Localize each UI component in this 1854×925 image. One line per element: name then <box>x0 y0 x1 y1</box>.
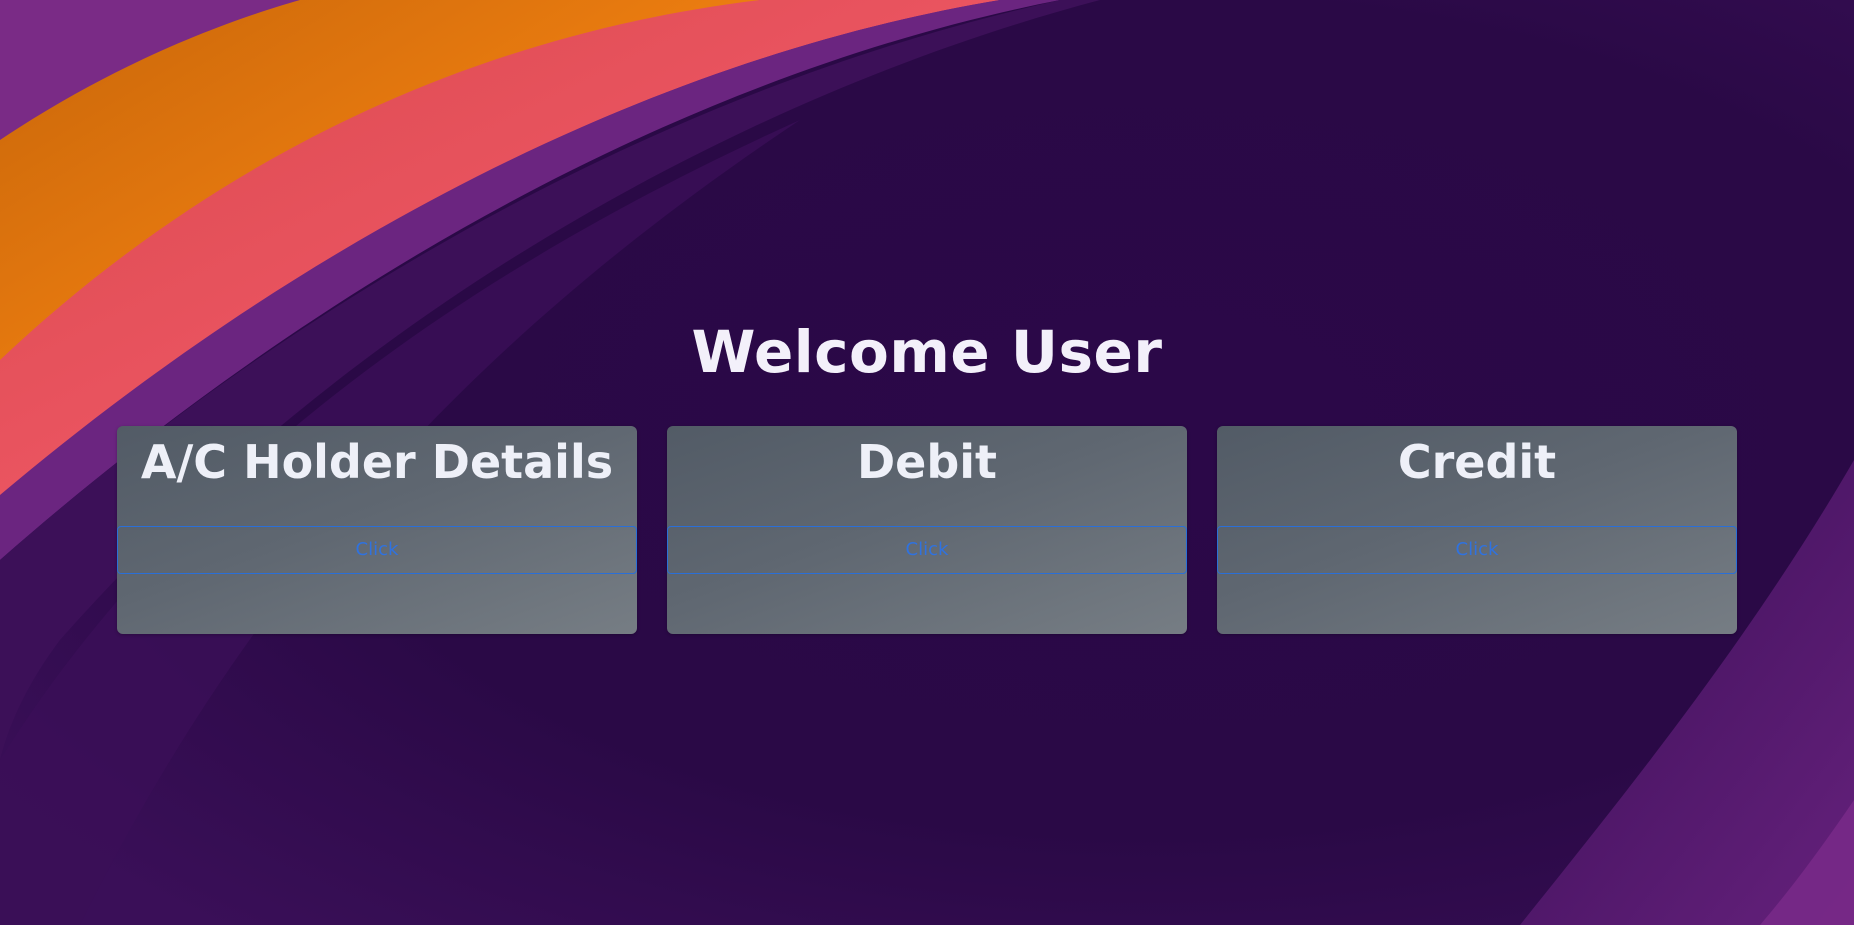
card-debit: Debit Click <box>667 426 1187 634</box>
page-title: Welcome User <box>691 318 1163 386</box>
dashboard: Welcome User A/C Holder Details Click De… <box>0 0 1854 925</box>
card-credit: Credit Click <box>1217 426 1737 634</box>
card-title: Debit <box>856 435 998 489</box>
ac-holder-details-click-button[interactable]: Click <box>117 526 637 574</box>
debit-click-button[interactable]: Click <box>667 526 1187 574</box>
credit-click-button[interactable]: Click <box>1217 526 1737 574</box>
card-ac-holder-details: A/C Holder Details Click <box>117 426 637 634</box>
card-title: A/C Holder Details <box>140 435 614 489</box>
card-title: Credit <box>1397 435 1557 489</box>
